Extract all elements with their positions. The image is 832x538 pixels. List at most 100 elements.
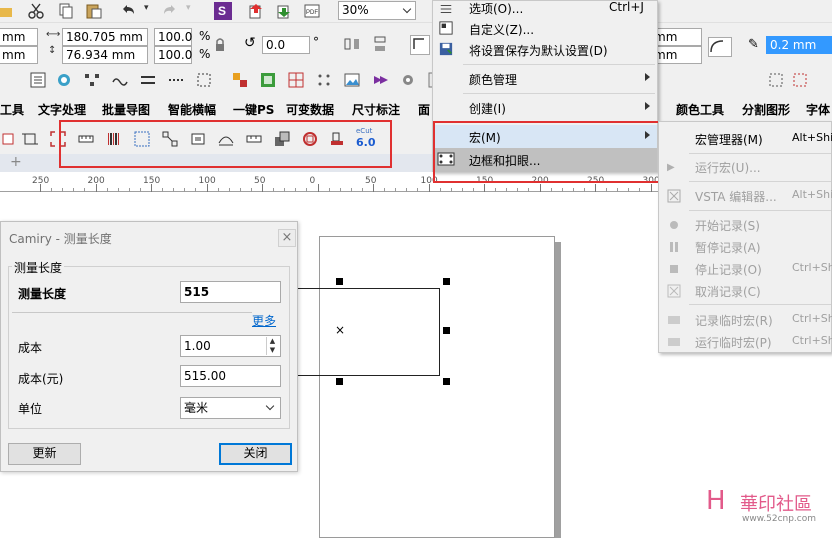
distribute-icon[interactable]: [84, 72, 100, 88]
cost-value: 1.00: [184, 339, 211, 353]
menu-variable-data[interactable]: 可变数据: [286, 101, 334, 118]
measure-length-field[interactable]: 515: [180, 281, 281, 303]
record-temp-icon: [667, 313, 681, 327]
menu-split-shape[interactable]: 分割图形: [742, 101, 790, 118]
image-icon[interactable]: [344, 72, 360, 88]
pdf-icon[interactable]: PDF: [304, 3, 320, 19]
menu-item-shortcut: Ctrl+Sh: [792, 334, 832, 347]
mirror-v-icon[interactable]: [372, 36, 388, 52]
crop-marks-icon[interactable]: [0, 131, 16, 147]
outline-width-value: 0.2 mm: [770, 38, 817, 52]
menu-item-label: 将设置保存为默认设置(D): [469, 44, 608, 58]
macro-submenu: 宏管理器(M) Alt+Shi ▶ 运行宏(U)... VSTA 编辑器... …: [658, 121, 832, 353]
submenu-item-record-temp-macro: 记录临时宏(R) Ctrl+Sh: [659, 309, 832, 331]
bleed-icon[interactable]: [22, 131, 38, 147]
menu-tools[interactable]: 工具: [0, 101, 24, 118]
cost-stepper[interactable]: 1.00 ▲ ▼: [180, 335, 281, 357]
plugin-s-icon[interactable]: S: [214, 2, 232, 20]
menu-item-label: 选项(O)...: [469, 2, 524, 16]
menu-item-save-defaults[interactable]: 将设置保存为默认设置(D): [433, 38, 657, 62]
scale-x-field[interactable]: 100.0: [154, 28, 192, 46]
selection-handle[interactable]: [443, 327, 450, 334]
submenu-item-cancel-recording: 取消记录(C): [659, 280, 832, 302]
unit-select[interactable]: 毫米: [180, 397, 281, 419]
menu-text-processing[interactable]: 文字处理: [38, 101, 86, 118]
update-button[interactable]: 更新: [8, 443, 81, 465]
scale-x-value: 100.0: [158, 30, 193, 44]
page-shadow: [555, 242, 561, 538]
save-icon: [439, 42, 453, 56]
menu-color-tools[interactable]: 颜色工具: [676, 101, 724, 118]
paste-icon[interactable]: [86, 3, 102, 19]
menu-item-color-management[interactable]: 颜色管理: [433, 67, 657, 91]
selected-rectangle[interactable]: [280, 288, 440, 376]
zoom-level-select[interactable]: 30%: [338, 1, 416, 20]
menu-item-label: 宏管理器(M): [695, 133, 763, 147]
selection-handle[interactable]: [336, 278, 343, 285]
menu-item-create[interactable]: 创建(I): [433, 96, 657, 120]
redo-icon: [162, 3, 178, 19]
pattern-icon[interactable]: [56, 72, 72, 88]
ruler-tick: [151, 184, 152, 192]
cut-icon[interactable]: [28, 3, 44, 19]
mirror-h-icon[interactable]: [344, 36, 360, 52]
submenu-item-macro-manager[interactable]: 宏管理器(M) Alt+Shi: [659, 128, 832, 150]
undo-dropdown-icon[interactable]: ▾: [144, 3, 149, 13]
add-tab-icon[interactable]: +: [10, 154, 22, 170]
stepper-arrows-icon[interactable]: ▲ ▼: [266, 337, 278, 355]
submenu-item-start-recording: 开始记录(S): [659, 214, 832, 236]
dashed-rect-red-icon[interactable]: [792, 72, 808, 88]
undo-icon[interactable]: [120, 3, 136, 19]
rotation-value: 0.0: [266, 38, 286, 52]
corner-scale-icon[interactable]: [708, 37, 732, 57]
x-position-field[interactable]: mm: [0, 28, 38, 46]
grid-dots-icon[interactable]: [196, 72, 212, 88]
selection-handle[interactable]: [443, 378, 450, 385]
gear-cluster-icon[interactable]: [400, 72, 416, 88]
width-field[interactable]: 180.705 mm: [62, 28, 148, 46]
dashed-rect-icon[interactable]: [768, 72, 784, 88]
lock-ratio-icon[interactable]: [212, 37, 228, 53]
outline-width-field[interactable]: 0.2 mm: [766, 36, 832, 54]
menu-dimension[interactable]: 尺寸标注: [352, 101, 400, 118]
watermark: H 華印社區 www.52cnp.com: [696, 480, 832, 538]
close-button[interactable]: 关闭: [219, 443, 292, 465]
dialog-close-icon[interactable]: ×: [278, 229, 296, 247]
menu-font[interactable]: 字体: [806, 101, 830, 118]
height-icon: ↕: [48, 45, 57, 56]
list-icon[interactable]: [30, 72, 46, 88]
rotation-field[interactable]: 0.0: [262, 36, 310, 54]
menu-item-shortcut: Alt+Shi: [792, 188, 832, 201]
menu-item-label: 停止记录(O): [695, 263, 762, 277]
dots-grid-icon[interactable]: [316, 72, 332, 88]
color-blocks-icon[interactable]: [232, 72, 248, 88]
wave-icon[interactable]: [112, 72, 128, 88]
ruler-tick: [595, 184, 596, 192]
menu-face[interactable]: 面: [418, 101, 430, 118]
menu-item-label: VSTA 编辑器...: [695, 190, 777, 204]
menu-item-label: 取消记录(C): [695, 285, 761, 299]
corner-icon[interactable]: [410, 35, 430, 55]
selection-handle[interactable]: [443, 278, 450, 285]
lines-icon[interactable]: [140, 72, 156, 88]
menu-item-shortcut: Ctrl+Sh: [792, 261, 832, 274]
dashed-lines-icon[interactable]: [168, 72, 184, 88]
export-icon[interactable]: [276, 3, 292, 19]
selection-handle[interactable]: [336, 378, 343, 385]
menu-smart-banner[interactable]: 智能横幅: [168, 101, 216, 118]
menu-batch-export[interactable]: 批量导图: [102, 101, 150, 118]
ruler-tick: [262, 184, 263, 192]
arrow-play-icon[interactable]: [372, 72, 388, 88]
scale-y-field[interactable]: 100.0: [154, 46, 192, 64]
grid-icon[interactable]: [288, 72, 304, 88]
y-position-field[interactable]: mm: [0, 46, 38, 64]
copy-icon[interactable]: [58, 3, 74, 19]
ruler-tick: [373, 184, 374, 192]
height-field[interactable]: 76.934 mm: [62, 46, 148, 64]
image-frame-icon[interactable]: [260, 72, 276, 88]
cost-yuan-field[interactable]: 515.00: [180, 365, 281, 387]
menu-one-click-ps[interactable]: 一键PS: [233, 101, 274, 118]
open-icon[interactable]: [0, 3, 16, 19]
more-link[interactable]: 更多: [252, 312, 276, 329]
import-icon[interactable]: [248, 3, 264, 19]
